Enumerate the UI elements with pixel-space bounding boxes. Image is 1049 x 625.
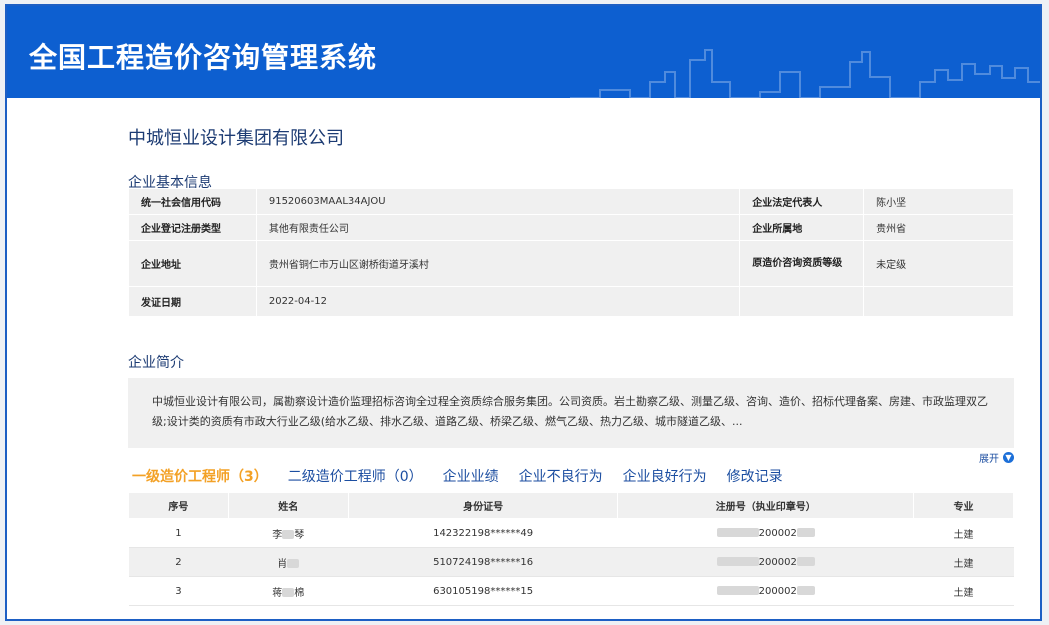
redacted-mask <box>282 530 295 539</box>
redacted-mask <box>796 557 815 566</box>
tab-level2-engineers[interactable]: 二级造价工程师（0） <box>288 466 423 486</box>
company-intro-text: 中城恒业设计有限公司，属勘察设计造价监理招标咨询全过程全资质综合服务集团。公司资… <box>128 378 1014 448</box>
info-label: 企业所属地 <box>739 214 865 241</box>
id-number: 142322198******49 <box>348 518 618 548</box>
info-label: 发证日期 <box>128 286 257 317</box>
app-frame: 全国工程造价咨询管理系统 中城恒业设计集团有限公司 企业基本信息 统一社会信用代… <box>5 4 1042 621</box>
expand-button[interactable]: 展开 ▼ <box>979 450 1014 465</box>
app-title: 全国工程造价咨询管理系统 <box>29 41 378 74</box>
redacted-mask <box>716 557 759 566</box>
info-label: 原造价咨询资质等级 <box>739 240 865 287</box>
major: 土建 <box>913 518 1014 548</box>
registration-number: 200002 <box>617 576 914 606</box>
info-label: 统一社会信用代码 <box>128 188 257 215</box>
column-header: 姓名 <box>227 492 349 519</box>
info-value: 其他有限责任公司 <box>255 214 741 241</box>
section-title-intro: 企业简介 <box>128 355 184 371</box>
chevron-down-icon: ▼ <box>1003 452 1014 463</box>
info-label: 企业地址 <box>128 240 257 287</box>
table-header-row: 序号 姓名 身份证号 注册号（执业印章号） 专业 <box>128 492 1014 519</box>
redacted-mask <box>716 586 759 595</box>
tab-bad-behavior[interactable]: 企业不良行为 <box>519 466 603 486</box>
row-number: 2 <box>128 547 229 577</box>
skyline-decoration <box>570 49 1040 99</box>
redacted-mask <box>282 588 295 597</box>
info-row: 企业登记注册类型 其他有限责任公司 企业所属地 贵州省 <box>128 214 1014 241</box>
id-number: 630105198******15 <box>348 576 618 606</box>
major: 土建 <box>913 547 1014 577</box>
id-number: 510724198******16 <box>348 547 618 577</box>
engineer-table: 序号 姓名 身份证号 注册号（执业印章号） 专业 1 李琴 142322198*… <box>128 492 1014 606</box>
expand-label: 展开 <box>979 454 999 465</box>
info-label: 企业法定代表人 <box>739 188 865 215</box>
tab-performance[interactable]: 企业业绩 <box>443 466 499 486</box>
basic-info-table: 统一社会信用代码 91520603MAAL34AJOU 企业法定代表人 陈小坚 … <box>128 188 1014 317</box>
table-row[interactable]: 2 肖 510724198******16 200002 土建 <box>128 547 1014 577</box>
app-header: 全国工程造价咨询管理系统 <box>7 6 1040 99</box>
info-value: 91520603MAAL34AJOU <box>255 188 741 215</box>
company-name: 中城恒业设计集团有限公司 <box>128 128 344 149</box>
column-header: 专业 <box>913 492 1014 519</box>
table-row[interactable]: 3 蒋棉 630105198******15 200002 土建 <box>128 576 1014 606</box>
info-row: 发证日期 2022-04-12 <box>128 286 1014 317</box>
registration-number: 200002 <box>617 547 914 577</box>
redacted-mask <box>287 559 300 568</box>
tab-change-log[interactable]: 修改记录 <box>727 466 783 486</box>
redacted-mask <box>796 528 815 537</box>
column-header: 身份证号 <box>347 492 619 519</box>
engineer-name: 蒋棉 <box>228 576 349 606</box>
info-value: 贵州省铜仁市万山区谢桥街道牙溪村 <box>255 240 741 287</box>
column-header: 序号 <box>128 492 229 519</box>
info-value: 2022-04-12 <box>255 286 741 317</box>
redacted-mask <box>716 528 759 537</box>
engineer-name: 肖 <box>228 547 349 577</box>
engineer-name: 李琴 <box>228 518 349 548</box>
major: 土建 <box>913 576 1014 606</box>
info-label <box>739 286 865 317</box>
info-label: 企业登记注册类型 <box>128 214 257 241</box>
info-value <box>863 286 1014 317</box>
redacted-mask <box>796 586 815 595</box>
info-row: 企业地址 贵州省铜仁市万山区谢桥街道牙溪村 原造价咨询资质等级 未定级 <box>128 240 1014 287</box>
info-value: 陈小坚 <box>863 188 1014 215</box>
tab-bar: 一级造价工程师（3） 二级造价工程师（0） 企业业绩 企业不良行为 企业良好行为… <box>132 466 783 486</box>
tab-good-behavior[interactable]: 企业良好行为 <box>623 466 707 486</box>
info-value: 贵州省 <box>863 214 1014 241</box>
table-row[interactable]: 1 李琴 142322198******49 200002 土建 <box>128 518 1014 548</box>
tab-level1-engineers[interactable]: 一级造价工程师（3） <box>132 466 268 486</box>
main-panel: 中城恒业设计集团有限公司 企业基本信息 统一社会信用代码 91520603MAA… <box>110 100 1034 619</box>
info-row: 统一社会信用代码 91520603MAAL34AJOU 企业法定代表人 陈小坚 <box>128 188 1014 215</box>
row-number: 1 <box>128 518 229 548</box>
column-header: 注册号（执业印章号） <box>617 492 915 519</box>
info-value: 未定级 <box>863 240 1014 287</box>
row-number: 3 <box>128 576 229 606</box>
registration-number: 200002 <box>617 518 914 548</box>
